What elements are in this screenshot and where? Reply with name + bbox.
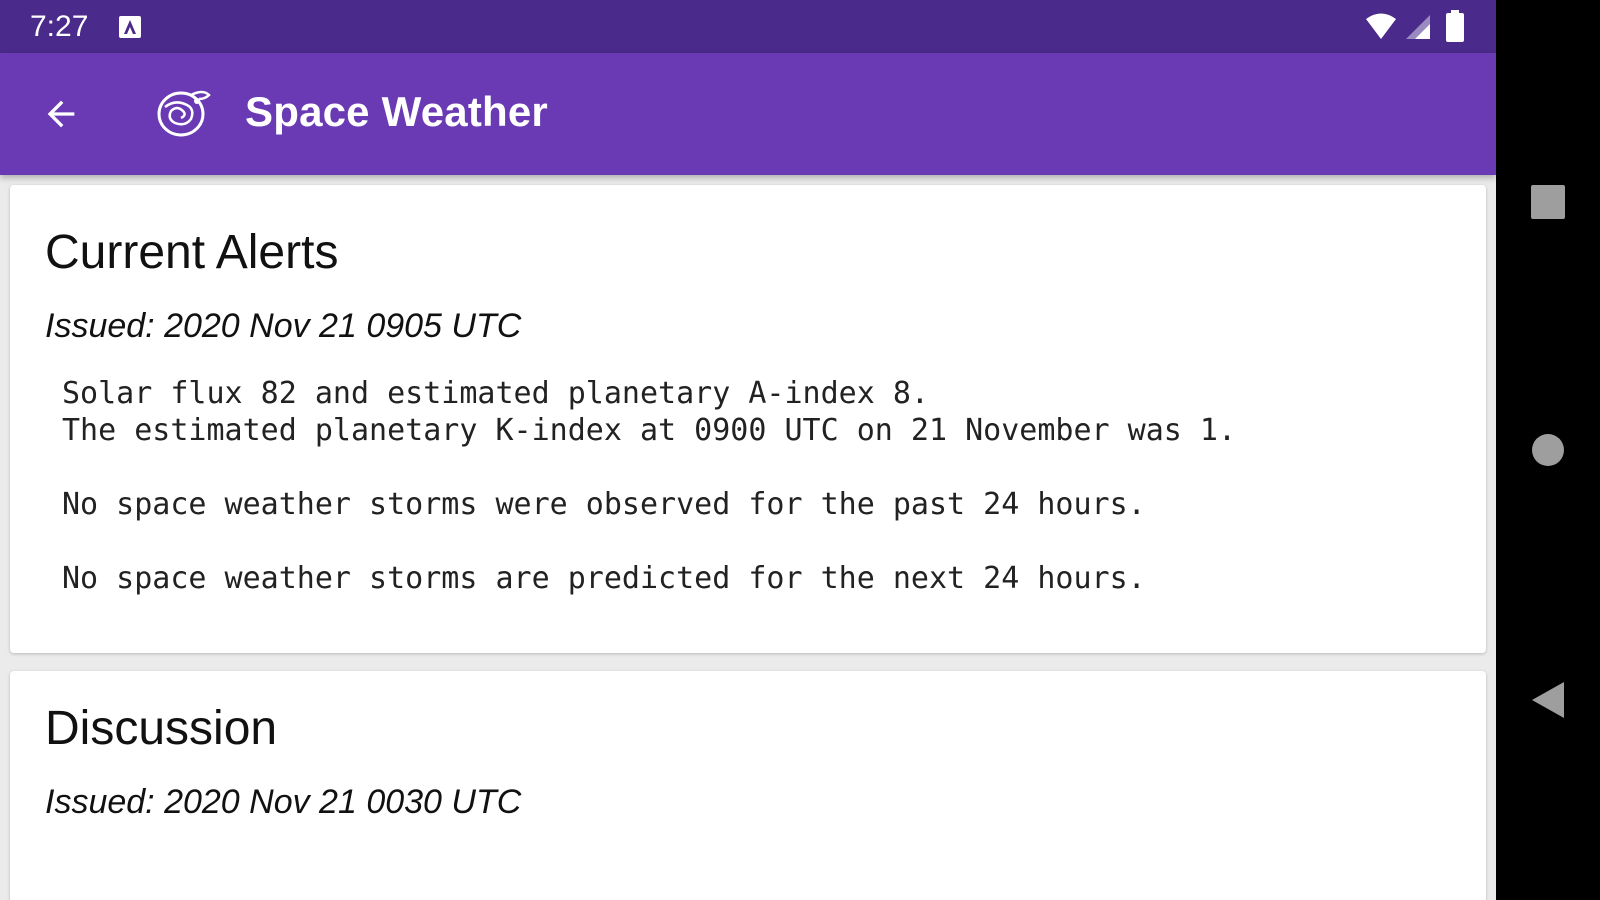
square-recents-icon [1531,185,1565,219]
notification-a-icon [118,15,142,39]
home-button[interactable] [1522,424,1574,476]
card-issued-date: Issued: 2020 Nov 21 0030 UTC [45,783,522,821]
back-button[interactable] [30,83,92,145]
alert-text: Solar flux 82 and estimated planetary A-… [62,376,1236,596]
triangle-back-icon [1532,682,1564,718]
circle-home-icon [1532,434,1564,466]
space-weather-logo-icon [155,85,213,139]
app-title: Space Weather [245,88,548,135]
app-bar: Space Weather [0,53,1496,175]
status-time: 7:27 [30,10,89,43]
content-scroll-area[interactable]: Current Alerts Issued: 2020 Nov 21 0905 … [0,175,1496,900]
battery-icon [1445,10,1465,42]
wifi-icon [1365,12,1397,40]
discussion-card: Discussion Issued: 2020 Nov 21 0030 UTC [10,671,1486,900]
status-bar: 7:27 [0,0,1496,53]
recents-button[interactable] [1522,176,1574,228]
card-title: Discussion [45,702,278,755]
app-screen: 7:27 Space Weather Current Alerts Issued… [0,0,1496,900]
cell-signal-icon [1405,14,1431,40]
arrow-back-icon [47,100,75,128]
current-alerts-card: Current Alerts Issued: 2020 Nov 21 0905 … [10,185,1486,653]
card-title: Current Alerts [45,226,339,279]
card-issued-date: Issued: 2020 Nov 21 0905 UTC [45,307,522,345]
nav-back-button[interactable] [1522,674,1574,726]
system-navigation-bar [1496,0,1600,900]
